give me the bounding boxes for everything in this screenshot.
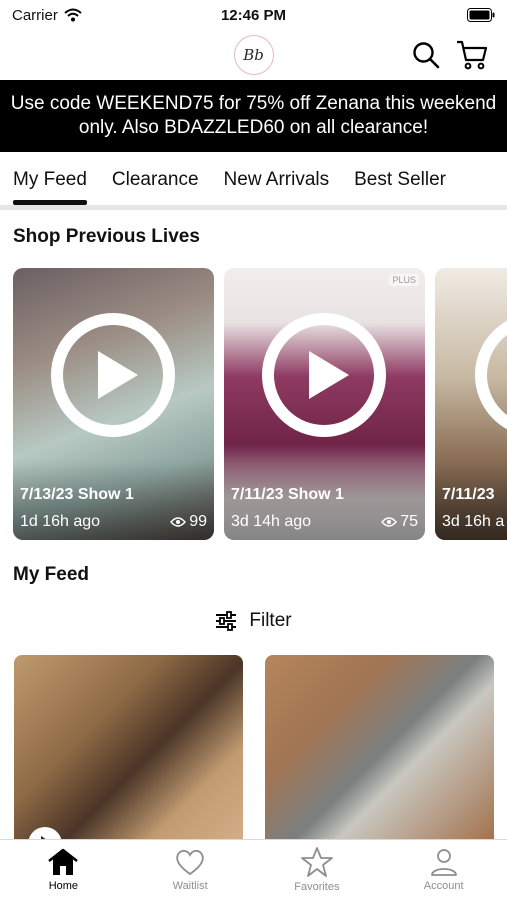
live-title: 7/13/23 Show 1 [20, 486, 134, 503]
live-card[interactable]: 7/13/23 Show 1 1d 16h ago 99 [13, 268, 214, 540]
tab-favorites-label: Favorites [294, 881, 340, 893]
live-time-ago: 3d 14h ago [231, 513, 312, 530]
live-title: 7/11/23 Show 1 [231, 486, 344, 503]
live-view-count: 75 [400, 513, 418, 530]
logo[interactable]: Bb [233, 35, 274, 75]
filter-icon [216, 611, 237, 631]
tab-favorites[interactable]: Favorites [254, 840, 381, 900]
wifi-icon [64, 8, 82, 22]
battery-icon [466, 8, 495, 22]
product-grid [0, 655, 507, 855]
search-icon [413, 42, 440, 69]
account-icon [430, 849, 457, 876]
search-button[interactable] [409, 38, 443, 72]
tab-home[interactable]: Home [0, 840, 127, 900]
home-icon [48, 848, 79, 875]
tab-account-label: Account [423, 880, 464, 892]
filter-button[interactable]: Filter [0, 610, 507, 632]
promo-banner[interactable]: Use code WEEKEND75 for 75% off Zenana th… [0, 80, 507, 152]
cart-button[interactable] [455, 38, 489, 72]
tabs-fade [447, 152, 507, 205]
status-time: 12:46 PM [220, 6, 287, 24]
eye-icon [170, 517, 187, 527]
live-time-ago: 3d 16h a [442, 513, 505, 530]
lives-section-title: Shop Previous Lives [13, 226, 200, 247]
live-views: 99 [170, 513, 207, 531]
tab-my-feed[interactable]: My Feed [0, 169, 99, 205]
play-icon [51, 313, 175, 437]
status-right [345, 8, 495, 22]
tab-best-seller[interactable]: Best Seller [341, 169, 458, 205]
eye-icon [381, 517, 398, 527]
bottom-tab-bar: Home Waitlist Favorites Account [0, 839, 507, 900]
live-title: 7/11/23 [442, 486, 495, 503]
promo-text: Use code WEEKEND75 for 75% off Zenana th… [10, 93, 497, 138]
carrier-label: Carrier [12, 6, 58, 24]
live-time-ago: 1d 16h ago [20, 513, 101, 530]
product-card[interactable] [265, 655, 494, 855]
tab-new-arrivals[interactable]: New Arrivals [211, 169, 342, 205]
live-card[interactable]: PLUS 7/11/23 Show 1 3d 14h ago 75 [224, 268, 425, 540]
app-header: Bb [0, 30, 507, 80]
product-card[interactable] [14, 655, 243, 855]
live-views: 75 [381, 513, 418, 531]
cart-icon [457, 40, 488, 70]
tab-clearance[interactable]: Clearance [99, 169, 211, 205]
tab-waitlist[interactable]: Waitlist [127, 840, 254, 900]
live-view-count: 99 [189, 513, 207, 530]
lives-carousel[interactable]: 7/13/23 Show 1 1d 16h ago 99 PLUS 7/11/2… [0, 268, 507, 540]
header-icons [409, 38, 489, 72]
play-icon [475, 313, 507, 437]
filter-label: Filter [249, 610, 292, 631]
star-icon [300, 847, 333, 877]
live-card[interactable]: 7/11/23 3d 16h a [435, 268, 507, 540]
feed-section-title: My Feed [13, 564, 90, 585]
status-bar: Carrier 12:46 PM [0, 0, 507, 30]
plus-badge: PLUS [389, 274, 419, 286]
tab-account[interactable]: Account [380, 840, 507, 900]
heart-icon [176, 849, 204, 876]
tab-waitlist-label: Waitlist [172, 880, 208, 892]
status-left: Carrier [12, 7, 162, 24]
category-tabs: My Feed Clearance New Arrivals Best Sell… [0, 152, 507, 210]
tab-home-label: Home [48, 880, 79, 892]
play-icon [262, 313, 386, 437]
